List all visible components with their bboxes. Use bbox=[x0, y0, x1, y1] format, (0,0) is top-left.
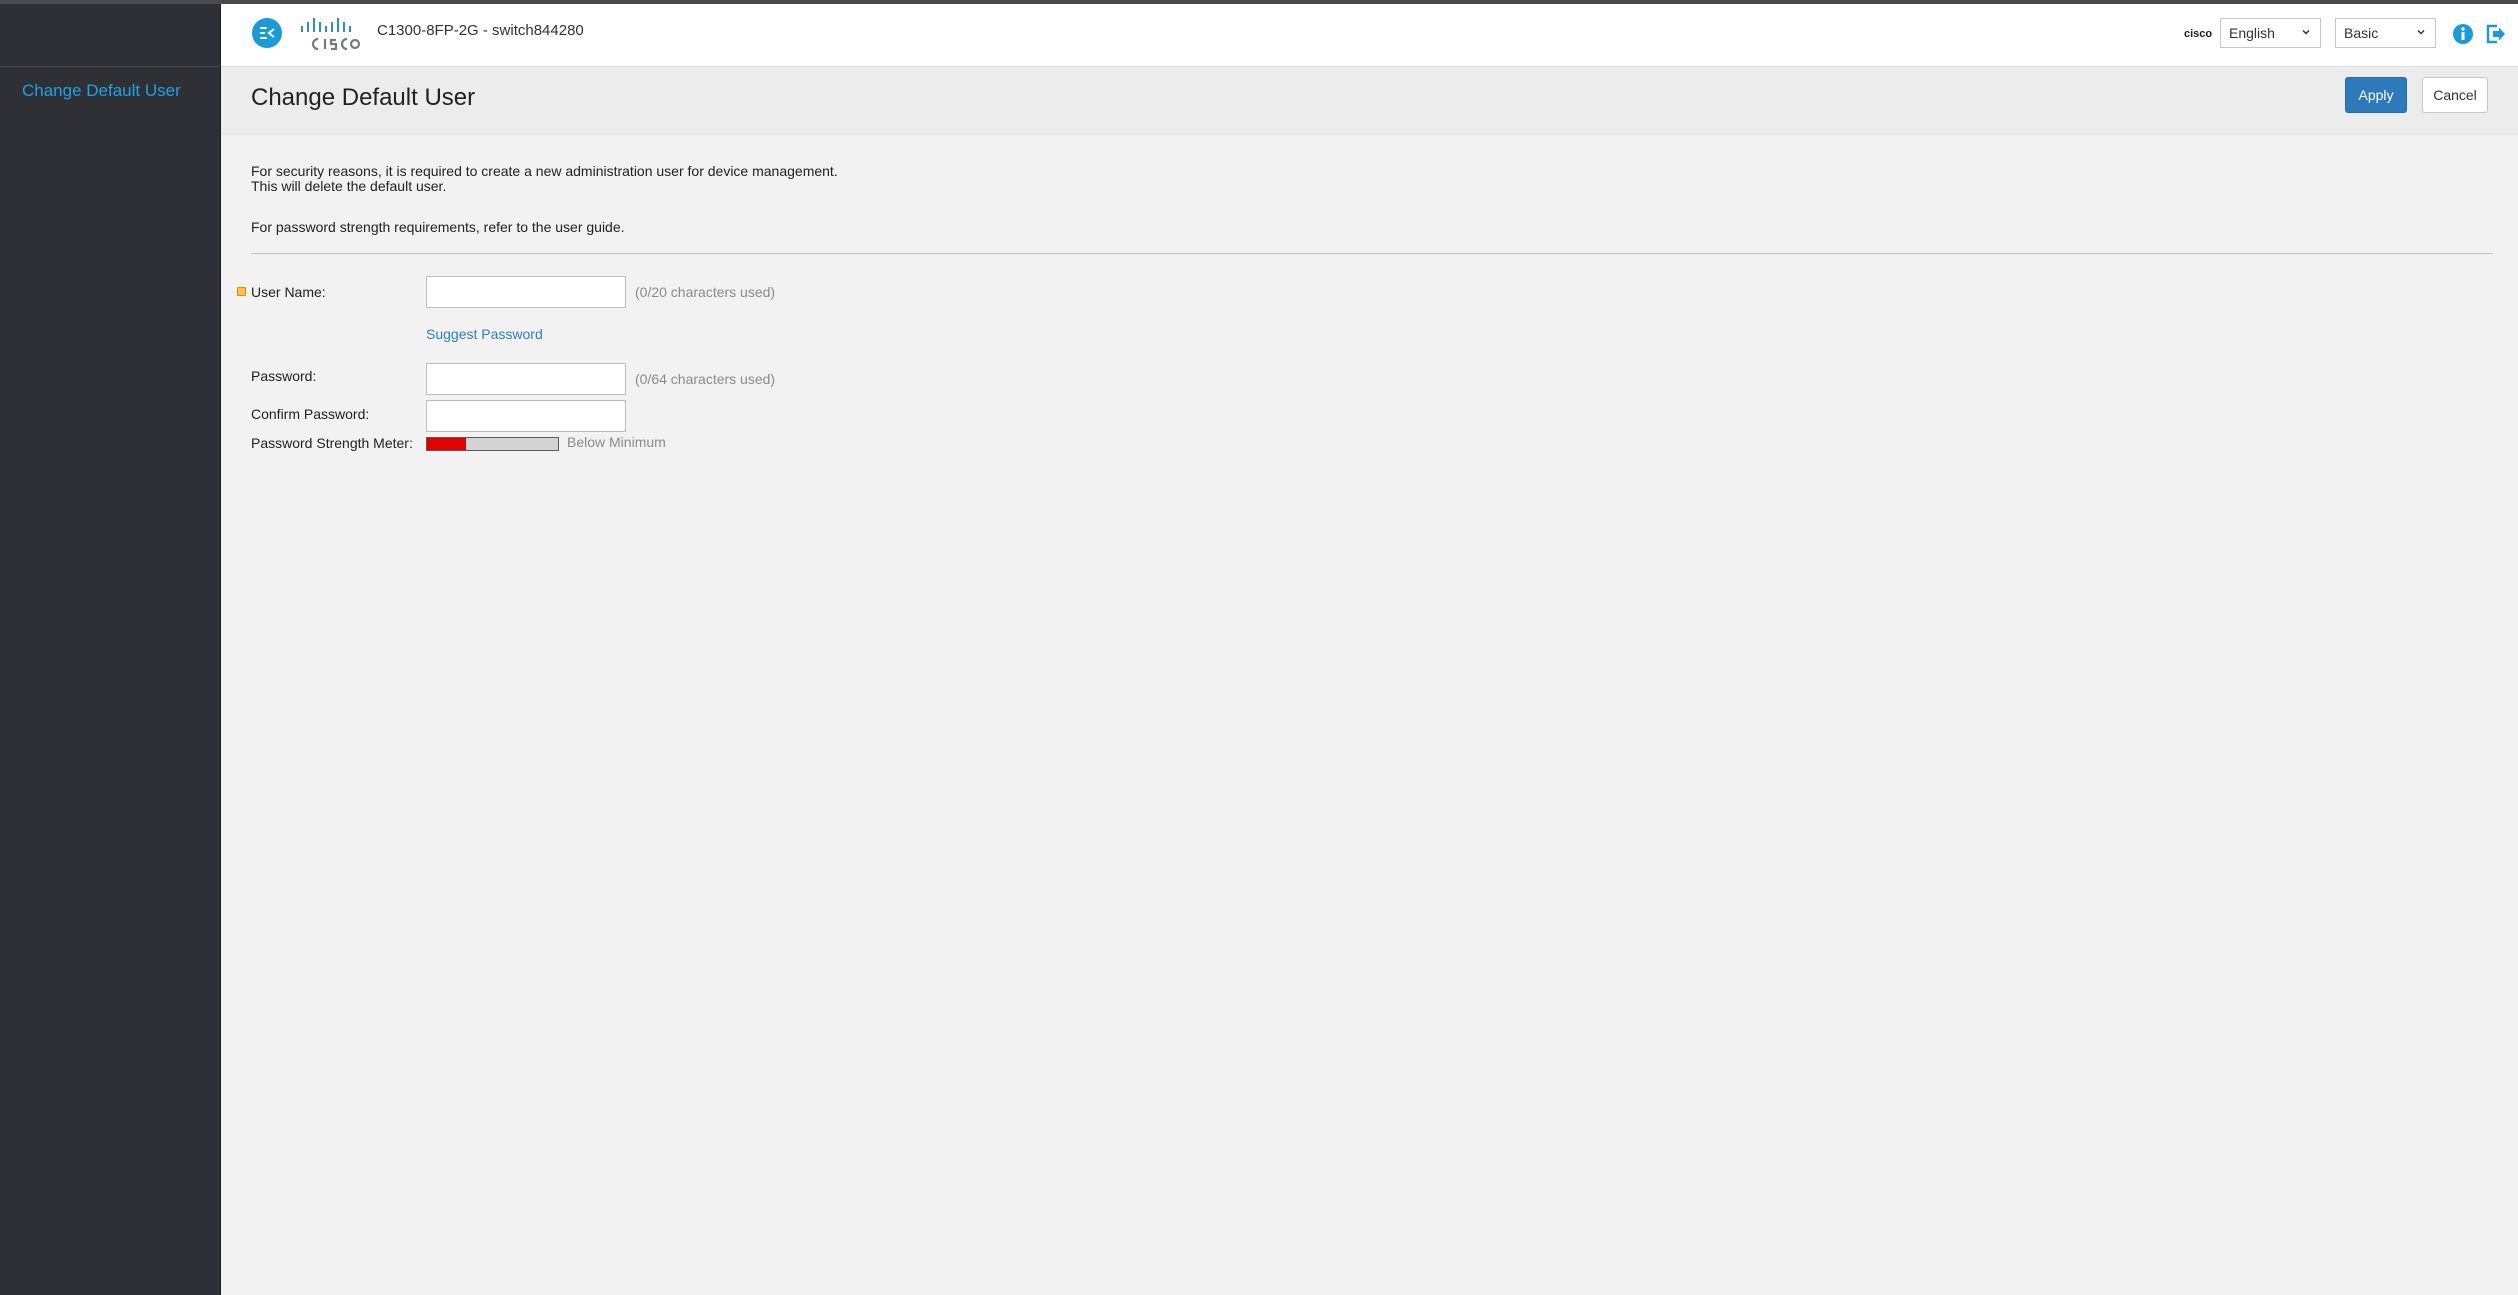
top-header: C1300-8FP-2G - switch844280 cisco Englis… bbox=[221, 4, 2518, 67]
display-mode-select[interactable]: Basic bbox=[2335, 18, 2436, 48]
cancel-button[interactable]: Cancel bbox=[2422, 77, 2488, 113]
password-strength-meter bbox=[426, 437, 559, 451]
password-char-count: (0/64 characters used) bbox=[635, 371, 776, 387]
required-field-icon bbox=[237, 287, 246, 296]
username-input[interactable] bbox=[426, 276, 626, 308]
logout-icon[interactable] bbox=[2483, 22, 2507, 46]
device-title: C1300-8FP-2G - switch844280 bbox=[377, 22, 584, 39]
divider bbox=[251, 253, 2493, 254]
cisco-logo-icon bbox=[299, 16, 361, 54]
strength-meter-fill bbox=[427, 438, 467, 450]
username-char-count: (0/20 characters used) bbox=[635, 284, 776, 300]
language-select-value: English bbox=[2229, 25, 2275, 41]
delete-default-note: This will delete the default user. bbox=[251, 178, 447, 194]
sidebar: Change Default User bbox=[0, 4, 221, 1295]
password-input[interactable] bbox=[426, 363, 626, 395]
sidebar-header bbox=[0, 4, 220, 67]
password-guide-note: For password strength requirements, refe… bbox=[251, 219, 625, 235]
sidebar-item-change-default-user[interactable]: Change Default User bbox=[0, 67, 220, 115]
info-icon[interactable] bbox=[2451, 22, 2475, 46]
username-label: User Name: bbox=[251, 284, 326, 300]
cisco-mini-logo: cisco bbox=[2184, 28, 2213, 40]
strength-meter-text: Below Minimum bbox=[567, 434, 666, 450]
strength-meter-label: Password Strength Meter: bbox=[251, 435, 413, 451]
password-label: Password: bbox=[251, 368, 317, 384]
main-content: For security reasons, it is required to … bbox=[221, 135, 2518, 1295]
display-mode-value: Basic bbox=[2344, 25, 2379, 41]
menu-toggle-icon[interactable] bbox=[252, 18, 282, 48]
suggest-password-link[interactable]: Suggest Password bbox=[426, 326, 543, 342]
apply-button[interactable]: Apply bbox=[2345, 77, 2407, 113]
chevron-down-icon bbox=[2302, 29, 2310, 35]
confirm-password-input[interactable] bbox=[426, 400, 626, 432]
security-note: For security reasons, it is required to … bbox=[251, 163, 838, 179]
language-select[interactable]: English bbox=[2220, 18, 2321, 48]
chevron-down-icon bbox=[2417, 29, 2425, 35]
confirm-password-label: Confirm Password: bbox=[251, 406, 370, 422]
page-title-bar: Change Default User Apply Cancel bbox=[221, 67, 2518, 135]
page-title: Change Default User bbox=[251, 84, 476, 111]
